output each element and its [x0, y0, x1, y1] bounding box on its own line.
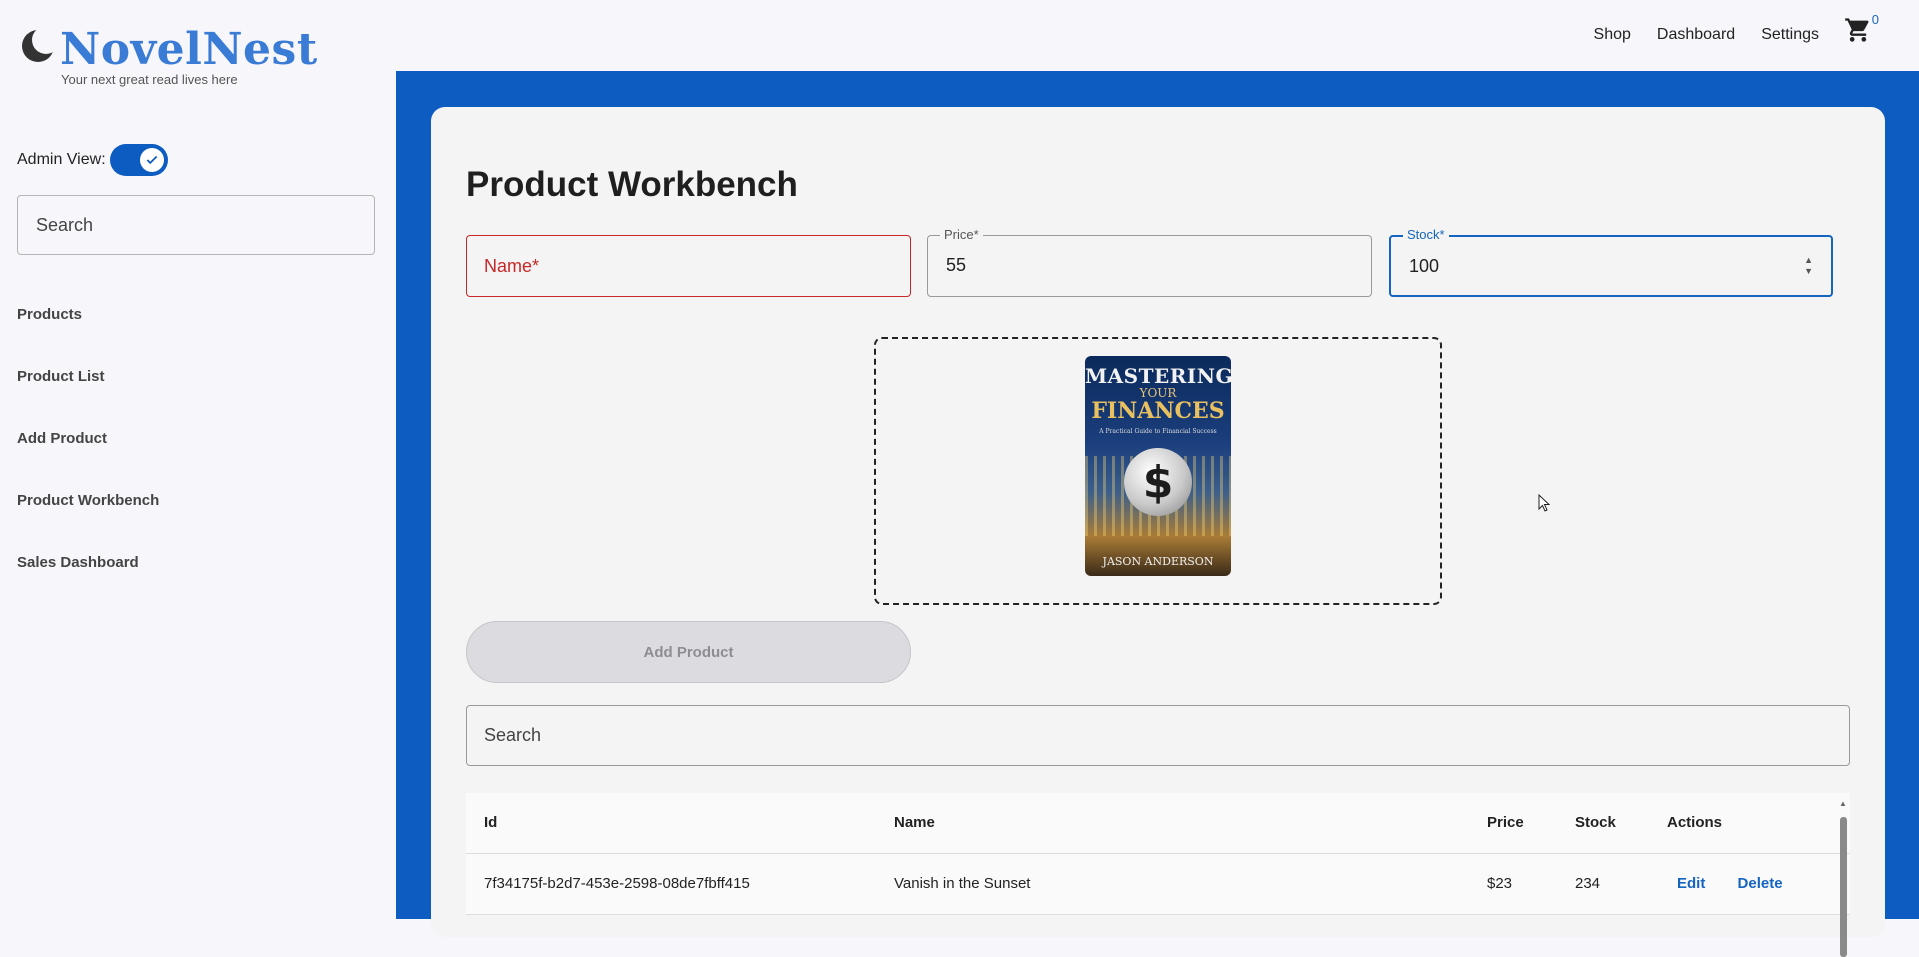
admin-view-toggle[interactable]	[109, 144, 168, 176]
name-placeholder: Name*	[484, 256, 540, 276]
table-scrollbar[interactable]: ▲	[1838, 797, 1848, 957]
cover-subtitle: A Practical Guide to Financial Success	[1099, 428, 1217, 435]
stock-value: 100	[1409, 256, 1440, 276]
cover-title-line3: FINANCES	[1091, 398, 1225, 424]
scroll-up-arrow-icon[interactable]: ▲	[1839, 799, 1847, 808]
column-header-stock[interactable]: Stock	[1575, 814, 1616, 831]
price-field[interactable]: Price* 55	[927, 227, 1372, 297]
column-header-id[interactable]: Id	[484, 814, 497, 831]
cell-stock: 234	[1575, 875, 1601, 892]
table-search	[466, 705, 1850, 766]
edit-button[interactable]: Edit	[1677, 875, 1705, 892]
tagline: Your next great read lives here	[61, 72, 238, 87]
image-dropzone[interactable]: MASTERING YOUR FINANCES A Practical Guid…	[874, 337, 1442, 605]
page-title: Product Workbench	[466, 165, 798, 204]
column-header-name[interactable]: Name	[894, 814, 935, 831]
sidebar-search-input[interactable]	[18, 196, 374, 254]
sidebar-search	[17, 195, 375, 255]
price-label: Price*	[940, 227, 983, 242]
mouse-cursor-icon	[1538, 494, 1550, 512]
price-value: 55	[946, 255, 967, 275]
sidebar-nav: Products Product List Add Product Produc…	[17, 306, 159, 616]
cell-name: Vanish in the Sunset	[894, 875, 1031, 892]
column-header-price[interactable]: Price	[1487, 814, 1524, 831]
sidebar-item-product-workbench[interactable]: Product Workbench	[17, 492, 159, 554]
admin-view-label: Admin View:	[17, 151, 106, 168]
logo[interactable]: NovelNest	[22, 24, 318, 76]
workbench-panel: Product Workbench Name* Price* 55 Stock*…	[431, 107, 1885, 957]
product-table: Id Name Price Stock Actions 7f34175f-b2d…	[466, 793, 1850, 915]
cell-actions: Edit Delete	[1667, 875, 1811, 892]
column-header-actions: Actions	[1667, 814, 1723, 831]
main-area: Product Workbench Name* Price* 55 Stock*…	[396, 71, 1919, 957]
book-cover-image: MASTERING YOUR FINANCES A Practical Guid…	[1085, 356, 1231, 576]
stock-label: Stock*	[1403, 227, 1449, 242]
cart-icon	[1845, 18, 1869, 42]
dollar-coin-icon: $	[1124, 448, 1192, 516]
cart-button[interactable]: 0	[1843, 12, 1879, 44]
table-row: 7f34175f-b2d7-453e-2598-08de7fbff415 Van…	[466, 854, 1850, 915]
sidebar-item-product-list[interactable]: Product List	[17, 368, 159, 430]
sidebar-item-add-product[interactable]: Add Product	[17, 430, 159, 492]
nav-shop[interactable]: Shop	[1594, 26, 1631, 44]
admin-view-toggle-row: Admin View:	[17, 144, 168, 176]
table-header-row: Id Name Price Stock Actions	[466, 793, 1850, 854]
add-product-button[interactable]: Add Product	[466, 621, 911, 683]
stock-stepper[interactable]: ▲ ▼	[1804, 255, 1813, 277]
cover-author: JASON ANDERSON	[1102, 555, 1214, 568]
nav-dashboard[interactable]: Dashboard	[1657, 26, 1735, 44]
sidebar-item-products[interactable]: Products	[17, 306, 159, 368]
cell-id: 7f34175f-b2d7-453e-2598-08de7fbff415	[484, 875, 750, 892]
cart-count-badge: 0	[1871, 12, 1879, 27]
cover-title-line1: MASTERING	[1085, 364, 1231, 388]
nav-settings[interactable]: Settings	[1761, 26, 1819, 44]
cell-price: $23	[1487, 875, 1513, 892]
scrollbar-thumb[interactable]	[1840, 817, 1847, 957]
table-search-input[interactable]	[467, 706, 1849, 765]
name-field[interactable]: Name*	[466, 235, 911, 297]
delete-button[interactable]: Delete	[1738, 875, 1783, 892]
stock-field[interactable]: Stock* 100 ▲ ▼	[1389, 227, 1833, 297]
check-icon	[146, 155, 157, 165]
sidebar-item-sales-dashboard[interactable]: Sales Dashboard	[17, 554, 159, 616]
toggle-knob	[139, 148, 164, 172]
dollar-symbol: $	[1142, 456, 1174, 508]
moon-icon	[22, 26, 60, 62]
brand-name: NovelNest	[60, 24, 318, 75]
